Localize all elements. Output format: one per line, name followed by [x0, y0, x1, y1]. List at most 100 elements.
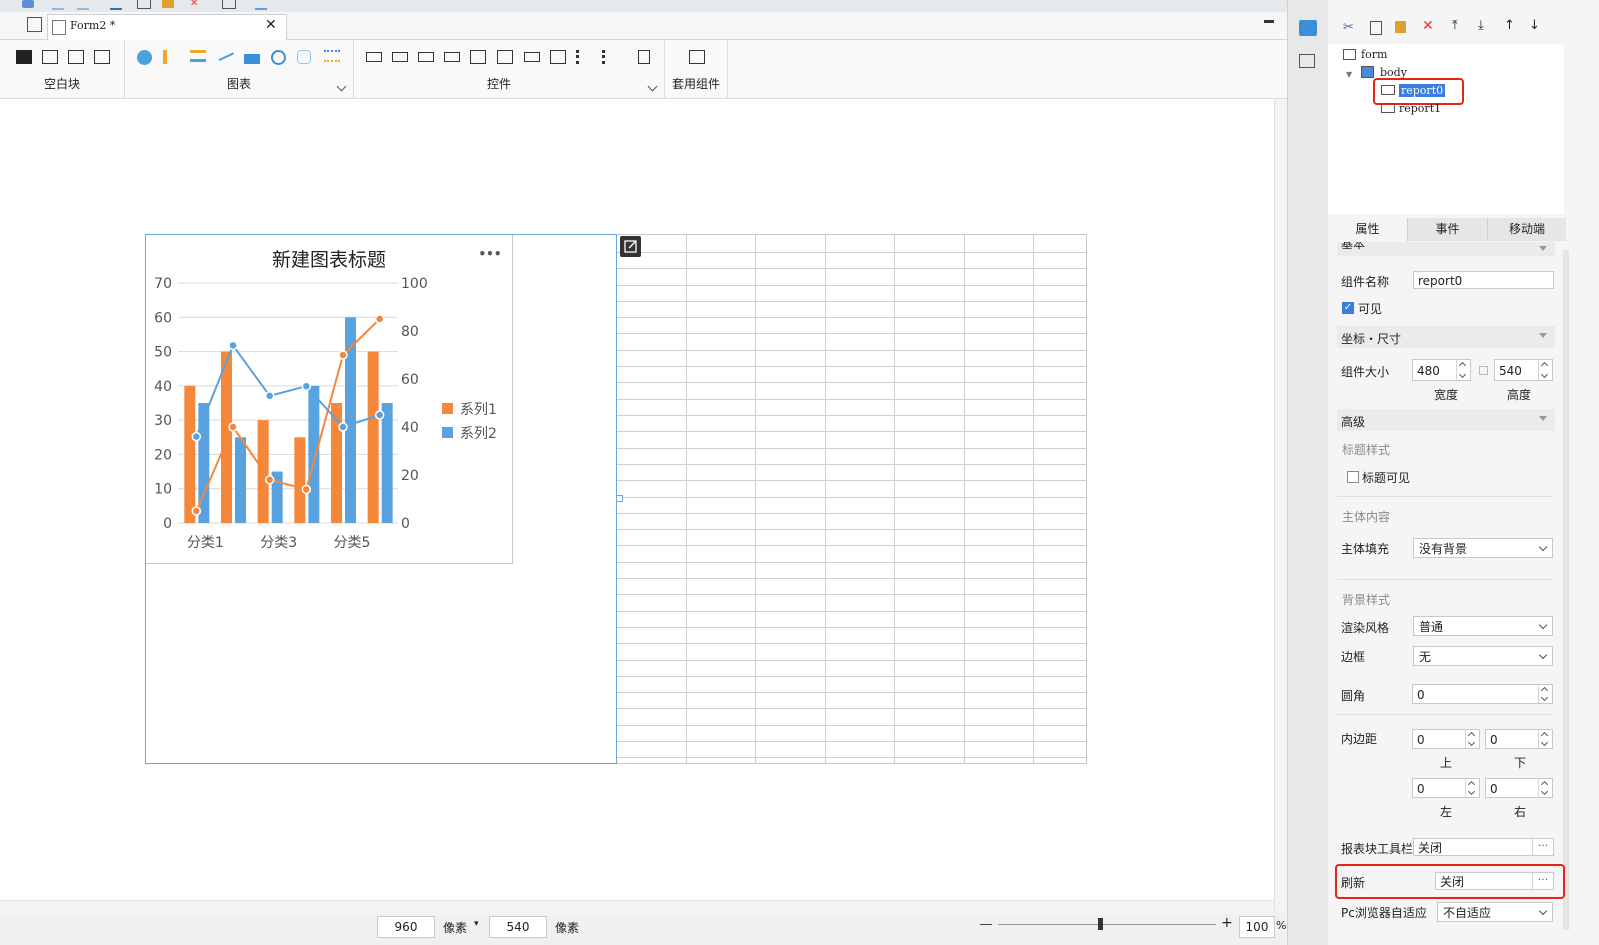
copy-icon[interactable] — [1370, 21, 1382, 35]
layout-panel-icon[interactable] — [1299, 54, 1315, 68]
preview-icon[interactable] — [222, 0, 236, 9]
title-visible-checkbox[interactable] — [1347, 471, 1359, 483]
component-name-input[interactable]: report0 — [1413, 271, 1554, 289]
radius-input[interactable]: 0 — [1412, 684, 1553, 704]
panel-scrollbar[interactable] — [1563, 250, 1569, 930]
padding-bottom-input[interactable]: 0 — [1485, 729, 1553, 749]
scatter-chart-icon[interactable] — [324, 50, 340, 62]
undo-icon[interactable] — [52, 0, 64, 10]
cut-icon[interactable] — [110, 0, 122, 10]
paste-icon[interactable] — [1395, 21, 1406, 33]
area-chart-icon[interactable] — [244, 54, 260, 64]
expand-body-icon[interactable]: ▼ — [1346, 70, 1352, 79]
width-unit-caret-icon[interactable]: ▾ — [474, 919, 479, 929]
number-control-icon[interactable] — [524, 52, 540, 62]
render-style-select[interactable]: 普通 — [1413, 616, 1553, 636]
padding-right-spinner[interactable] — [1538, 779, 1552, 797]
lock-icon[interactable] — [1479, 366, 1488, 375]
list-control-icon[interactable] — [470, 50, 486, 64]
report-toolbar-input[interactable]: 关闭 ··· — [1413, 838, 1554, 856]
tab-form2[interactable]: Form2 * ✕ — [47, 14, 287, 40]
paste-icon[interactable] — [162, 0, 174, 8]
move-down-icon[interactable]: ↓ — [1529, 18, 1540, 33]
tree-node-form[interactable]: form — [1361, 48, 1387, 61]
height-input[interactable]: 540 — [1494, 359, 1553, 381]
body-fill-select[interactable]: 没有背景 — [1413, 538, 1553, 558]
section-basic[interactable]: 基本 — [1337, 242, 1555, 256]
width-input[interactable]: 480 — [1412, 359, 1471, 381]
redo-icon[interactable] — [77, 0, 89, 10]
chart[interactable]: 新建图表标题 ••• 0 10 20 30 40 50 60 70 0 20 40 60 80 100 分类1 分… — [146, 235, 513, 564]
zoom-input[interactable]: 100 — [1239, 916, 1275, 938]
cut-icon[interactable]: ✂ — [1343, 20, 1354, 35]
canvas-width-input[interactable]: 960 — [377, 916, 435, 938]
grid-view-icon[interactable] — [27, 17, 42, 32]
move-top-icon[interactable]: ⤒ — [1452, 18, 1458, 33]
radio-group-icon[interactable] — [576, 50, 592, 64]
save-icon[interactable] — [22, 0, 34, 8]
zoom-out-icon[interactable] — [980, 924, 992, 925]
pie-chart-icon[interactable] — [137, 50, 152, 65]
tab-events[interactable]: 事件 — [1408, 218, 1488, 241]
canvas-height-input[interactable]: 540 — [489, 916, 547, 938]
horizontal-scrollbar[interactable] — [0, 900, 1274, 914]
padding-top-input[interactable]: 0 — [1412, 729, 1480, 749]
zoom-slider-track[interactable] — [998, 924, 1216, 925]
layout-grid-icon[interactable] — [94, 50, 110, 64]
section-coord[interactable]: 坐标・尺寸 — [1337, 326, 1555, 348]
date-control-icon[interactable] — [497, 50, 513, 64]
report1-block[interactable] — [615, 234, 1087, 764]
section-advanced[interactable]: 高级 — [1337, 409, 1555, 431]
gauge-chart-icon[interactable] — [271, 50, 286, 65]
padding-left-spinner[interactable] — [1465, 779, 1479, 797]
close-tab-icon[interactable]: ✕ — [265, 17, 277, 33]
delete-icon[interactable]: ✕ — [1422, 18, 1434, 34]
width-spinner[interactable] — [1456, 360, 1470, 380]
collapse-ribbon-icon[interactable] — [1264, 20, 1274, 31]
layout-split-h-icon[interactable] — [42, 50, 58, 64]
delete-icon[interactable]: ✕ — [190, 0, 202, 9]
zoom-in-icon[interactable]: + — [1221, 915, 1233, 931]
tree-node-report1[interactable]: report1 — [1399, 102, 1441, 115]
resize-handle[interactable] — [616, 495, 623, 502]
move-bottom-icon[interactable]: ⤓ — [1478, 18, 1484, 33]
edit-report-button[interactable] — [620, 236, 641, 257]
checkbox-group-icon[interactable] — [602, 50, 618, 64]
line-chart-icon[interactable] — [216, 46, 234, 62]
padding-bottom-spinner[interactable] — [1538, 730, 1552, 748]
dropdown-control-icon[interactable] — [444, 52, 460, 62]
radius-spinner[interactable] — [1538, 685, 1552, 703]
title-visible-label: 标题可见 — [1362, 471, 1411, 485]
padding-right-input[interactable]: 0 — [1485, 778, 1553, 798]
template-component-icon[interactable] — [689, 50, 705, 64]
radar-chart-icon[interactable] — [297, 50, 311, 64]
move-up-icon[interactable]: ↑ — [1504, 18, 1515, 33]
search-control-icon[interactable] — [638, 50, 650, 64]
width-unit-select[interactable]: 像素 — [443, 919, 467, 936]
bar-chart-icon[interactable] — [163, 50, 167, 64]
visible-checkbox[interactable]: ✓ — [1342, 302, 1354, 314]
pc-adapt-select[interactable]: 不自适应 — [1437, 902, 1553, 922]
padding-left-input[interactable]: 0 — [1412, 778, 1480, 798]
border-select[interactable]: 无 — [1413, 646, 1553, 666]
vertical-scrollbar[interactable] — [1274, 99, 1288, 912]
button-control-icon[interactable] — [418, 52, 434, 62]
tab-mobile[interactable]: 移动端 — [1488, 218, 1566, 241]
textbox-control-icon[interactable] — [366, 52, 382, 62]
toolbar-more-button[interactable]: ··· — [1532, 839, 1553, 855]
zoom-slider-handle[interactable] — [1098, 918, 1103, 930]
copy-icon[interactable] — [137, 0, 151, 9]
padding-top-spinner[interactable] — [1465, 730, 1479, 748]
textarea-control-icon[interactable] — [550, 50, 566, 64]
component-settings-icon[interactable] — [1299, 20, 1317, 36]
label-control-icon[interactable] — [392, 52, 408, 62]
controls-more-icon[interactable] — [647, 81, 658, 92]
blank-block-icon[interactable] — [16, 50, 32, 64]
pin-icon[interactable] — [255, 0, 267, 10]
horizontal-bar-icon[interactable] — [190, 50, 206, 62]
form-icon — [52, 20, 66, 35]
layout-split-v-icon[interactable] — [68, 50, 84, 64]
tab-properties[interactable]: 属性 — [1328, 218, 1408, 241]
grid-row-line — [616, 464, 1086, 465]
height-spinner[interactable] — [1538, 360, 1552, 380]
